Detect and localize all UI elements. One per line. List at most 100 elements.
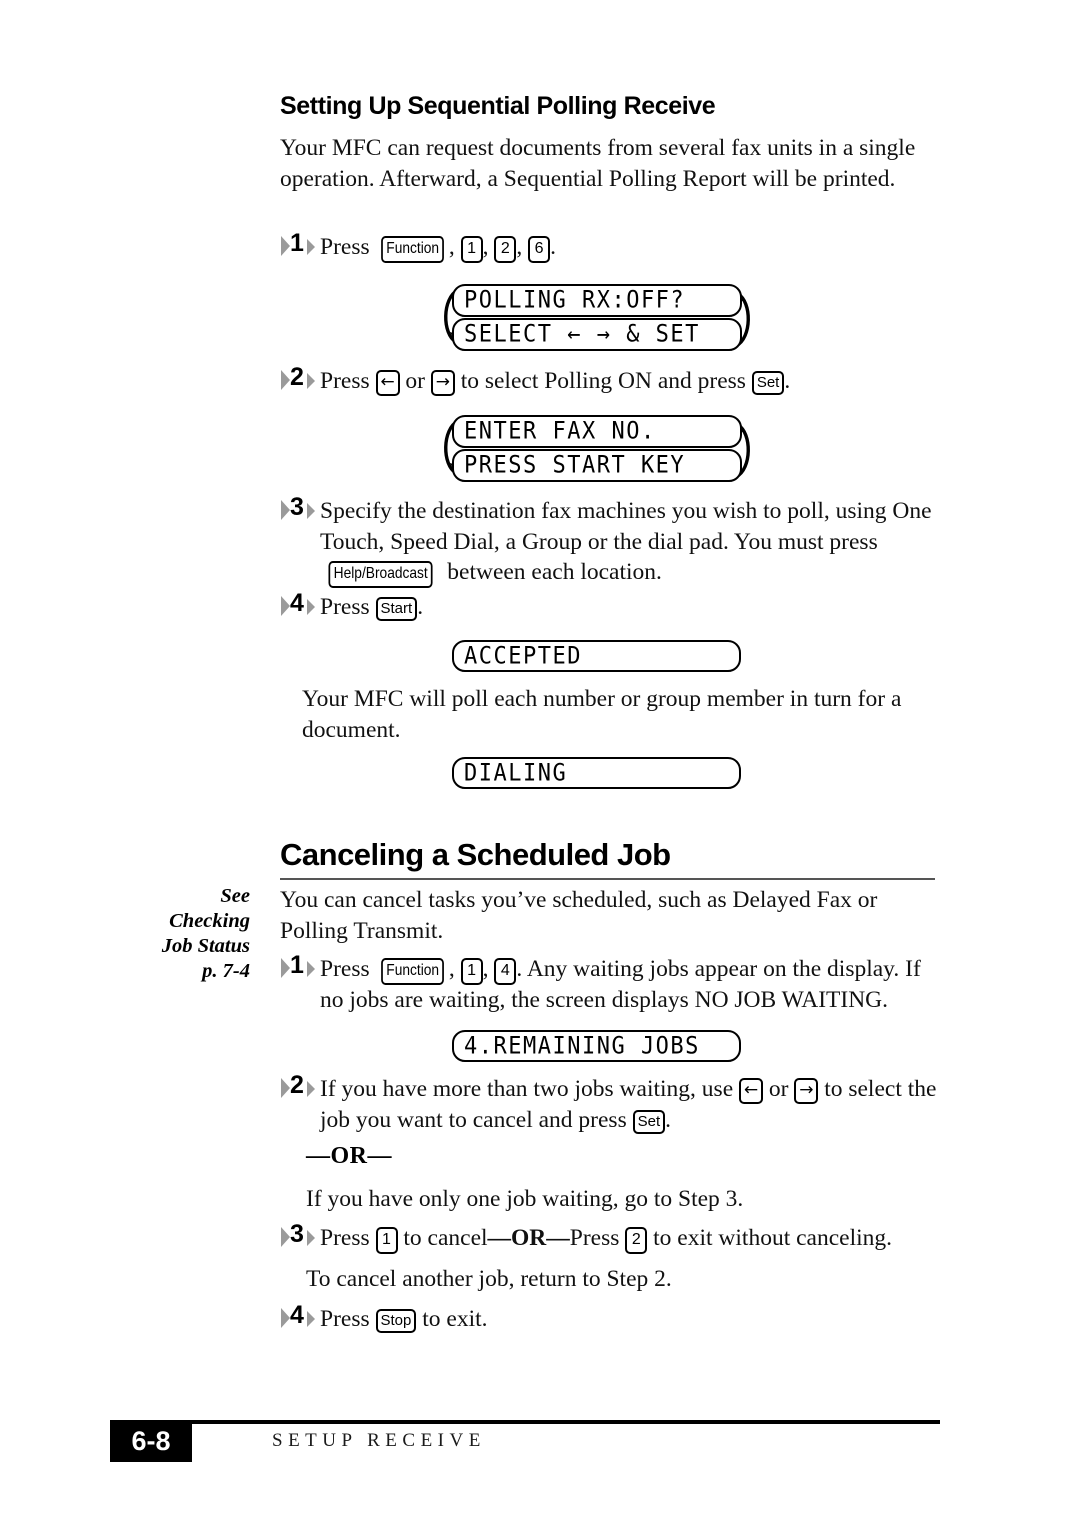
step-3-tail: between each location. [447, 559, 662, 585]
exit-without-canceling-label: to exit without canceling. [653, 1225, 893, 1251]
manual-page: Setting Up Sequential Polling Receive Yo… [0, 0, 1080, 1519]
cancel-step-2-text: If you have more than two jobs waiting, … [320, 1076, 937, 1134]
triangle-right-icon [307, 1311, 315, 1327]
step-2-tail: to select Polling ON and press [460, 368, 746, 394]
triangle-right-icon [307, 239, 315, 255]
chapter-label: SETUP RECEIVE [272, 1430, 486, 1451]
key-1[interactable]: 1 [375, 1227, 398, 1254]
step-number: 4 [290, 589, 304, 617]
triangle-left-icon [281, 596, 290, 616]
key-2[interactable]: 2 [625, 1227, 648, 1254]
step-marker-2: 2 [278, 363, 322, 394]
press-label: Press [320, 234, 370, 260]
press-label: Press [320, 956, 370, 982]
step-2-polling: 2 Press ← or → to select Polling ON and … [278, 363, 938, 397]
key-help-broadcast[interactable]: Help/Broadcast [328, 561, 433, 588]
triangle-right-icon [307, 599, 315, 615]
triangle-right-icon [307, 503, 315, 519]
key-2[interactable]: 2 [494, 236, 517, 263]
triangle-right-icon [307, 373, 315, 389]
section-heading-canceling-job: Canceling a Scheduled Job [280, 837, 671, 872]
cancel-step-3: 3 Press 1 to cancel—OR—Press 2 to exit w… [278, 1220, 943, 1254]
key-function[interactable]: Function [380, 236, 444, 263]
triangle-left-icon [281, 1227, 290, 1247]
inline-or: —OR— [487, 1225, 570, 1251]
press-label: Press [320, 1225, 370, 1251]
key-left-arrow[interactable]: ← [375, 370, 400, 396]
step-4-text: Press Start. [320, 592, 928, 623]
sidenote-line-2: Checking [169, 910, 250, 932]
footer-rule [110, 1420, 940, 1424]
cancel-step-1: 1 Press Function, 1, 4. Any waiting jobs… [278, 951, 940, 1016]
key-stop[interactable]: Stop [375, 1309, 417, 1333]
lcd-display-pair-polling: POLLING RX:OFF? SELECT ← → & SET [432, 284, 762, 352]
key-set[interactable]: Set [751, 371, 785, 395]
key-6[interactable]: 6 [528, 236, 551, 263]
step-number: 3 [290, 493, 304, 521]
press-label: Press [320, 594, 370, 620]
cancel-step-3-text: Press 1 to cancel—OR—Press 2 to exit wit… [320, 1223, 943, 1254]
to-cancel-label: to cancel [403, 1225, 488, 1251]
key-start[interactable]: Start [375, 597, 418, 621]
step-number: 1 [290, 229, 304, 257]
key-1[interactable]: 1 [460, 958, 483, 985]
intro-paragraph-canceling: You can cancel tasks you’ve scheduled, s… [280, 887, 878, 944]
triangle-left-icon [281, 1308, 290, 1328]
step-number: 2 [290, 1071, 304, 1099]
triangle-left-icon [281, 370, 290, 390]
to-exit-label: to exit. [422, 1306, 488, 1332]
lcd-line-select-set: SELECT ← → & SET [452, 318, 742, 351]
step-2-text: Press ← or → to select Polling ON and pr… [320, 368, 791, 396]
step-number: 2 [290, 363, 304, 391]
triangle-left-icon [281, 500, 290, 520]
step-4-polling: 4 Press Start. [278, 589, 928, 623]
one-job-waiting-line: If you have only one job waiting, go to … [306, 1186, 744, 1212]
step-3-text: Specify the destination fax machines you… [320, 496, 933, 588]
lcd-line-enter-fax-no: ENTER FAX NO. [452, 415, 742, 448]
step-number: 1 [290, 951, 304, 979]
triangle-left-icon [281, 1078, 290, 1098]
step-marker-3: 3 [278, 493, 322, 524]
step-1-polling: 1 Press Function, 1, 2, 6. [278, 229, 928, 263]
press-label: Press [320, 1306, 370, 1332]
poll-each-number-paragraph: Your MFC will poll each number or group … [302, 686, 902, 743]
key-1[interactable]: 1 [460, 236, 483, 263]
triangle-right-icon [307, 1230, 315, 1246]
intro-paragraph-polling: Your MFC can request documents from seve… [280, 135, 916, 192]
step-3-head: Specify the destination fax machines you… [320, 498, 932, 555]
triangle-right-icon [307, 1081, 315, 1097]
lcd-line-press-start-key: PRESS START KEY [452, 449, 742, 482]
step-marker-3: 3 [278, 1220, 322, 1251]
step-number: 4 [290, 1301, 304, 1329]
step-1-text: Press Function, 1, 2, 6. [320, 232, 928, 263]
or-divider: —OR— [306, 1143, 392, 1169]
lcd-dialing: DIALING [452, 757, 741, 789]
sidenote-line-1: See [220, 885, 250, 907]
period: . [417, 594, 424, 620]
margin-sidenote: See Checking Job Status p. 7-4 [120, 884, 250, 984]
page-number-badge: 6-8 [110, 1420, 192, 1462]
key-right-arrow[interactable]: → [430, 370, 455, 396]
key-left-arrow[interactable]: ← [739, 1078, 763, 1104]
lcd-remaining-jobs: 4.REMAINING JOBS [452, 1030, 741, 1062]
step-number: 3 [290, 1220, 304, 1248]
press-label-2: Press [569, 1225, 620, 1251]
key-4[interactable]: 4 [494, 958, 517, 985]
step-3-polling: 3 Specify the destination fax machines y… [278, 493, 933, 588]
key-right-arrow[interactable]: → [794, 1078, 819, 1104]
triangle-left-icon [281, 958, 290, 978]
key-set[interactable]: Set [632, 1109, 666, 1134]
cancel-step-1-text: Press Function, 1, 4. Any waiting jobs a… [320, 956, 921, 1013]
cancel-step-4-text: Press Stop to exit. [320, 1304, 928, 1335]
triangle-left-icon [281, 236, 290, 256]
heading-underline [280, 878, 935, 880]
lcd-display-pair-enterfax: ENTER FAX NO. PRESS START KEY [432, 415, 762, 483]
step-marker-4: 4 [278, 589, 322, 620]
cancel-step-2-head: If you have more than two jobs waiting, … [320, 1076, 734, 1102]
section-heading-sequential-polling: Setting Up Sequential Polling Receive [280, 92, 716, 120]
sidenote-line-3: Job Status [161, 935, 250, 957]
step-marker-1: 1 [278, 951, 322, 982]
press-label: Press [320, 368, 370, 394]
key-function[interactable]: Function [380, 958, 444, 985]
sidenote-line-4: p. 7-4 [202, 960, 250, 982]
